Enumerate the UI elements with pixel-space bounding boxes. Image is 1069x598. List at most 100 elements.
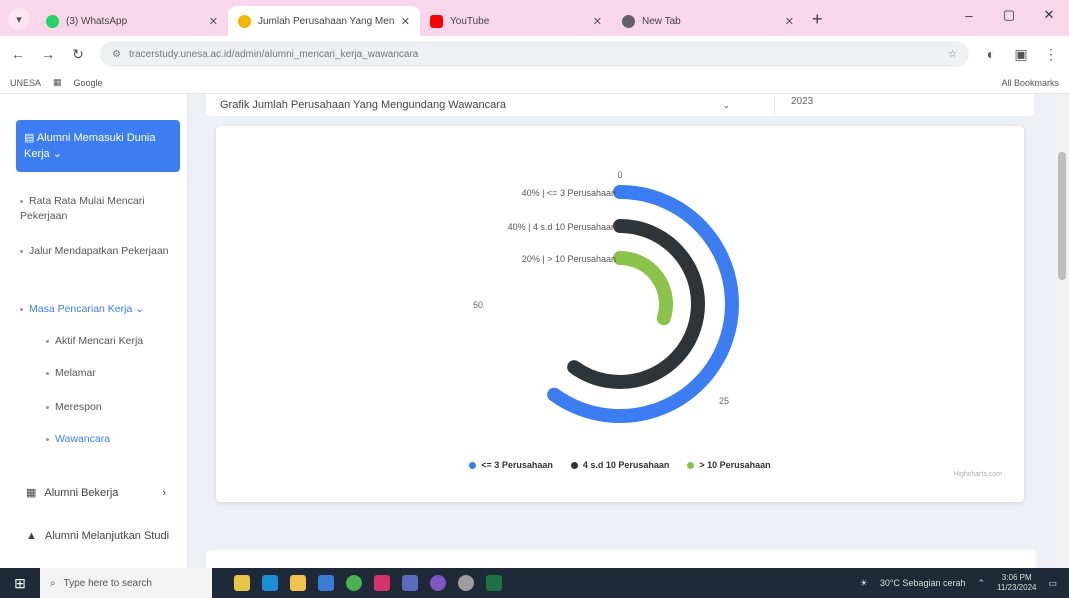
building-icon: ▦ xyxy=(26,487,37,499)
new-tab-button[interactable]: + xyxy=(812,9,823,30)
chart-card: 40% | <= 3 Perusahaan 40% | 4 s.d 10 Peru… xyxy=(216,126,1024,502)
instagram-icon[interactable] xyxy=(374,575,390,591)
sidebar-subitem-merespon[interactable]: Merespon xyxy=(46,400,176,415)
chart-credit[interactable]: Highcharts.com xyxy=(953,471,1002,478)
address-bar: ← → ↻ ⚙ tracerstudy.unesa.ac.id/admin/al… xyxy=(0,36,1069,72)
chart-legend: <= 3 Perusahaan 4 s.d 10 Perusahaan > 10… xyxy=(216,460,1024,470)
settings-icon[interactable] xyxy=(458,575,474,591)
tab-title: New Tab xyxy=(642,15,681,27)
data-label: 20% | > 10 Perusahaan xyxy=(522,254,616,264)
sidebar-item-alumni-memasuki-dunia-kerja[interactable]: ▤ Alumni Memasuki Dunia Kerja ⌄ xyxy=(16,120,180,172)
data-label: 40% | <= 3 Perusahaan xyxy=(522,188,616,198)
legend-swatch xyxy=(687,461,695,469)
tick-label: 0 xyxy=(617,170,622,180)
sidebar-subitem-aktif[interactable]: Aktif Mencari Kerja xyxy=(46,334,176,349)
whatsapp-icon xyxy=(46,14,59,28)
chevron-up-icon[interactable]: ⌃ xyxy=(977,578,985,589)
sidebar-item-jalur[interactable]: Jalur Mendapatkan Pekerjaan xyxy=(20,244,180,259)
search-icon: ⌕ xyxy=(50,577,56,589)
legend-item[interactable]: 4 s.d 10 Perusahaan xyxy=(570,460,669,470)
tab-bar: ▾ (3) WhatsApp ✕ Jumlah Perusahaan Yang … xyxy=(0,0,1069,36)
maximize-button[interactable]: ▢ xyxy=(989,0,1029,30)
weather-text[interactable]: 30°C Sebagian cerah xyxy=(880,578,966,588)
page-content: ▤ Alumni Memasuki Dunia Kerja ⌄ Rata Rat… xyxy=(0,94,1069,568)
back-button[interactable]: ← xyxy=(10,46,26,62)
chrome-profile-icon[interactable] xyxy=(430,575,446,591)
close-tab-icon[interactable]: ✕ xyxy=(209,15,218,28)
graduation-cap-icon: ▲ xyxy=(26,530,37,542)
chart-selector-bar: Grafik Jumlah Perusahaan Yang Mengundang… xyxy=(206,94,1034,116)
notification-icon[interactable]: ▭ xyxy=(1048,578,1057,589)
all-bookmarks[interactable]: All Bookmarks xyxy=(1001,78,1059,88)
tab-youtube[interactable]: YouTube ✕ xyxy=(420,6,612,36)
tab-jumlah-perusahaan[interactable]: Jumlah Perusahaan Yang Meng ✕ xyxy=(228,6,420,36)
close-tab-icon[interactable]: ✕ xyxy=(785,15,794,28)
sidebar-item-rata-rata[interactable]: Rata Rata Mulai Mencari Pekerjaan xyxy=(20,194,180,224)
radial-bar[interactable] xyxy=(567,219,705,389)
taskbar-search-placeholder: Type here to search xyxy=(63,577,152,589)
chevron-right-icon: › xyxy=(162,486,166,499)
youtube-icon xyxy=(430,14,443,28)
windows-start-icon[interactable]: ⊞ xyxy=(0,568,40,598)
omnibox[interactable]: ⚙ tracerstudy.unesa.ac.id/admin/alumni_m… xyxy=(100,41,969,67)
app-icon[interactable] xyxy=(402,575,418,591)
file-explorer-icon[interactable] xyxy=(290,575,306,591)
site-favicon-icon xyxy=(238,14,251,28)
store-icon[interactable] xyxy=(318,575,334,591)
url-text[interactable]: tracerstudy.unesa.ac.id/admin/alumni_men… xyxy=(129,49,940,60)
chrome-taskbar-icon[interactable] xyxy=(346,575,362,591)
weather-icon[interactable]: ☀ xyxy=(860,578,868,589)
chevron-down-icon[interactable]: ⌄ xyxy=(722,100,730,111)
legend-item[interactable]: > 10 Perusahaan xyxy=(687,460,771,470)
radial-bar-chart: 40% | <= 3 Perusahaan 40% | 4 s.d 10 Peru… xyxy=(473,170,739,423)
apps-icon[interactable]: ▦ xyxy=(53,77,62,88)
window-controls: – ▢ ✕ xyxy=(949,0,1069,30)
chevron-down-icon: ⌄ xyxy=(132,303,145,315)
bookmark-google[interactable]: Google xyxy=(74,78,103,88)
chrome-icon xyxy=(622,14,635,28)
forward-button[interactable]: → xyxy=(40,46,56,62)
year-select[interactable]: 2023 xyxy=(774,96,1020,114)
bookmark-star-icon[interactable]: ☆ xyxy=(948,49,957,60)
tab-title: YouTube xyxy=(450,15,490,27)
briefcase-icon: ▤ xyxy=(24,132,37,144)
radial-bar[interactable] xyxy=(613,251,673,326)
close-tab-icon[interactable]: ✕ xyxy=(401,15,410,28)
chart-select[interactable]: Grafik Jumlah Perusahaan Yang Mengundang… xyxy=(220,99,506,111)
minimize-button[interactable]: – xyxy=(949,0,989,30)
extensions-icon[interactable]: ▣ xyxy=(1013,46,1029,63)
clock[interactable]: 3:06 PM 11/23/2024 xyxy=(997,573,1036,593)
profile-icon[interactable]: ◐ xyxy=(983,46,999,62)
excel-icon[interactable] xyxy=(486,575,502,591)
tab-search-icon[interactable]: ▾ xyxy=(8,8,30,30)
bookmark-unesa[interactable]: UNESA xyxy=(10,78,41,88)
close-window-button[interactable]: ✕ xyxy=(1029,0,1069,30)
sidebar-item-alumni-bekerja[interactable]: ▦ Alumni Bekerja › xyxy=(26,486,186,500)
sidebar-subitem-wawancara[interactable]: Wawancara xyxy=(46,432,176,447)
scrollbar-thumb[interactable] xyxy=(1058,152,1066,280)
tick-label: 25 xyxy=(719,396,729,406)
page-scrollbar[interactable] xyxy=(1055,94,1069,568)
taskbar-apps xyxy=(234,575,502,591)
data-label: 40% | 4 s.d 10 Perusahaan xyxy=(508,222,616,232)
widgets-icon[interactable] xyxy=(234,575,250,591)
edge-icon[interactable] xyxy=(262,575,278,591)
close-tab-icon[interactable]: ✕ xyxy=(593,15,602,28)
sidebar: ▤ Alumni Memasuki Dunia Kerja ⌄ Rata Rat… xyxy=(0,94,188,568)
sidebar-subitem-melamar[interactable]: Melamar xyxy=(46,366,176,381)
bookmarks-bar: UNESA ▦ Google All Bookmarks xyxy=(0,72,1069,94)
tab-whatsapp[interactable]: (3) WhatsApp ✕ xyxy=(36,6,228,36)
sidebar-item-alumni-melanjutkan[interactable]: ▲ Alumni Melanjutkan Studi xyxy=(26,530,176,542)
menu-icon[interactable]: ⋮ xyxy=(1043,46,1059,63)
tick-label: 50 xyxy=(473,300,483,310)
next-card xyxy=(206,550,1036,568)
reload-button[interactable]: ↻ xyxy=(70,46,86,63)
taskbar: ⊞ ⌕ Type here to search ☀ 30°C Sebagian … xyxy=(0,568,1069,598)
taskbar-search[interactable]: ⌕ Type here to search xyxy=(40,568,212,598)
tab-title: (3) WhatsApp xyxy=(66,15,128,27)
tab-new-tab[interactable]: New Tab ✕ xyxy=(612,6,804,36)
system-tray: ☀ 30°C Sebagian cerah ⌃ 3:06 PM 11/23/20… xyxy=(860,573,1069,593)
site-info-icon[interactable]: ⚙ xyxy=(112,49,121,60)
sidebar-item-masa-pencarian[interactable]: Masa Pencarian Kerja ⌄ xyxy=(20,302,180,317)
legend-item[interactable]: <= 3 Perusahaan xyxy=(469,460,553,470)
